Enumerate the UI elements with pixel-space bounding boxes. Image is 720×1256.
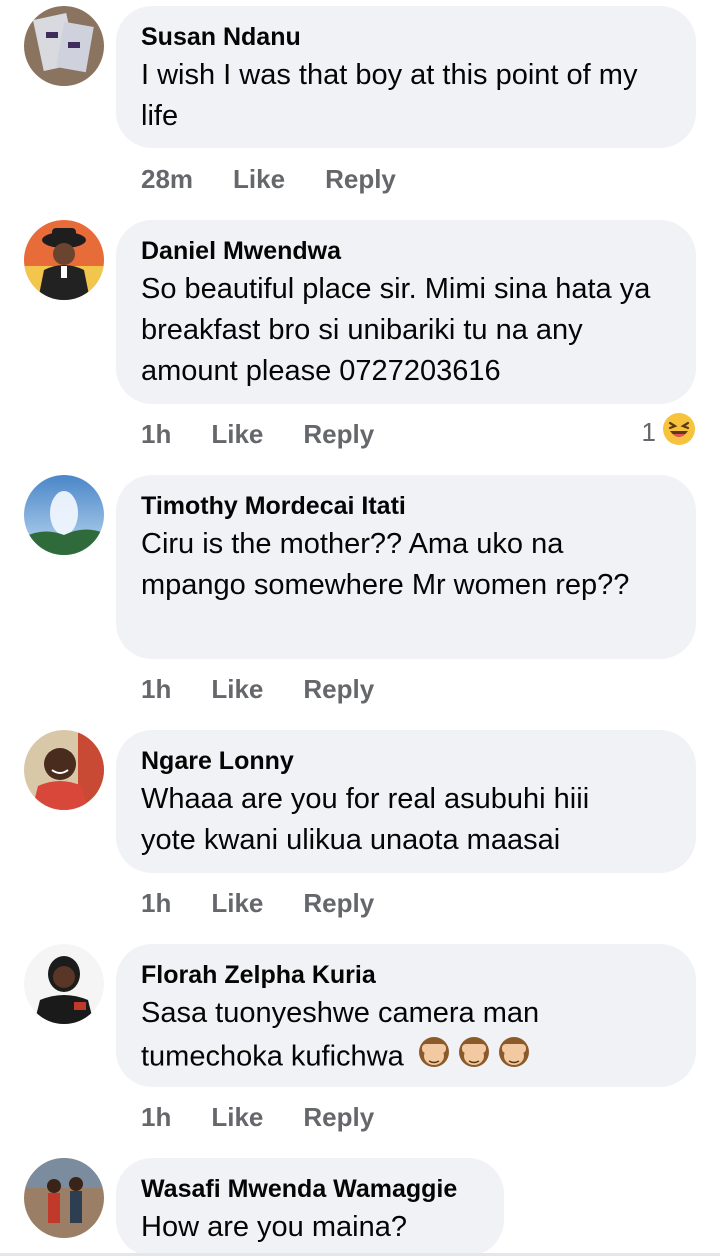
comment-timestamp[interactable]: 1h [141,888,171,919]
comment-bubble: Timothy Mordecai Itati Ciru is the mothe… [116,475,696,659]
comment-author[interactable]: Wasafi Mwenda Wamaggie [141,1174,479,1204]
comment-text: Sasa tuonyeshwe camera man tumechoka kuf… [141,993,641,1082]
like-button[interactable]: Like [211,674,263,705]
comment-bubble: Wasafi Mwenda Wamaggie How are you maina… [116,1158,504,1256]
avatar[interactable] [24,1158,104,1238]
avatar[interactable] [24,6,104,86]
comment-text: Ciru is the mother?? Ama uko na mpango s… [141,528,630,601]
reply-button[interactable]: Reply [303,888,374,919]
comment-actions: 1h Like Reply [141,1097,374,1137]
like-button[interactable]: Like [211,888,263,919]
reply-button[interactable]: Reply [325,164,396,195]
comment-text: How are you maina? [141,1211,407,1243]
comment-timestamp[interactable]: 1h [141,419,171,450]
comment-author[interactable]: Florah Zelpha Kuria [141,960,671,990]
comment-timestamp[interactable]: 1h [141,1102,171,1133]
comment-bubble: Florah Zelpha Kuria Sasa tuonyeshwe came… [116,944,696,1087]
reply-button[interactable]: Reply [303,1102,374,1133]
see-no-evil-monkey-icon [416,1034,534,1082]
avatar[interactable] [24,220,104,300]
comment-actions: 1h Like Reply [141,883,374,923]
comment-author[interactable]: Daniel Mwendwa [141,236,671,266]
avatar[interactable] [24,944,104,1024]
comment-timestamp[interactable]: 1h [141,674,171,705]
laughing-reaction-icon [662,412,696,453]
avatar[interactable] [24,730,104,810]
comment-timestamp[interactable]: 28m [141,164,193,195]
comment-author[interactable]: Susan Ndanu [141,22,671,52]
like-button[interactable]: Like [233,164,285,195]
comment-actions: 28m Like Reply [141,159,396,199]
comment-bubble: Susan Ndanu I wish I was that boy at thi… [116,6,696,148]
comment-author[interactable]: Ngare Lonny [141,746,671,776]
comment-text: So beautiful place sir. Mimi sina hata y… [141,273,651,387]
comment-bubble: Daniel Mwendwa So beautiful place sir. M… [116,220,696,404]
reply-button[interactable]: Reply [303,419,374,450]
like-button[interactable]: Like [211,1102,263,1133]
reaction-count: 1 [641,416,656,447]
reaction-summary[interactable]: 1 [642,412,696,452]
comment-bubble: Ngare Lonny Whaaa are you for real asubu… [116,730,696,873]
comment-author[interactable]: Timothy Mordecai Itati [141,491,671,521]
comment-actions: 1h Like Reply [141,669,374,709]
comment-actions: 1h Like Reply [141,414,374,454]
avatar[interactable] [24,475,104,555]
like-button[interactable]: Like [211,419,263,450]
comment-text: Whaaa are you for real asubuhi hiii yote… [141,783,590,856]
reply-button[interactable]: Reply [303,674,374,705]
comment-text: I wish I was that boy at this point of m… [141,59,638,132]
